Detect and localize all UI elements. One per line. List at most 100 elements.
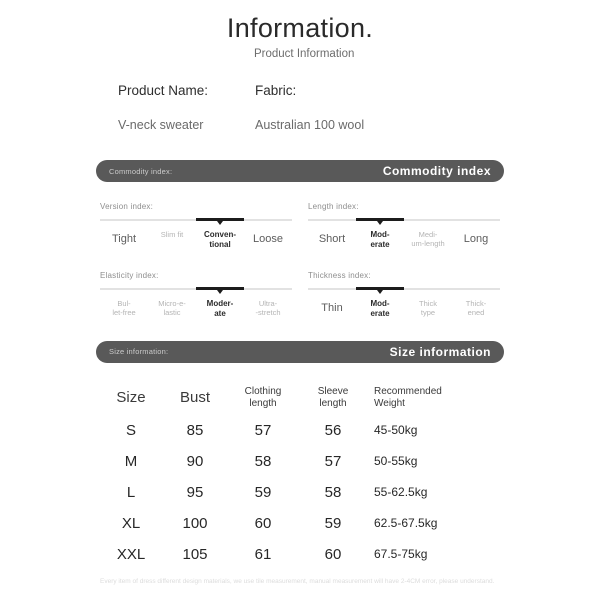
index-segment[interactable] <box>244 288 292 290</box>
commodity-index-small-label: Commodity index: <box>109 166 173 176</box>
index-option-label[interactable]: Mod-erate <box>356 230 404 249</box>
index-segment[interactable] <box>148 288 196 290</box>
index-track[interactable] <box>100 287 292 291</box>
index-segment-active[interactable] <box>196 287 244 291</box>
index-segment[interactable] <box>100 219 148 221</box>
index-track[interactable] <box>308 287 500 291</box>
product-name-block: Product Name: V-neck sweater <box>0 83 230 132</box>
index-option-label[interactable]: Tight <box>100 233 148 246</box>
table-header-cell: Bust <box>179 389 210 406</box>
index-option-label[interactable]: Bul-let-free <box>100 299 148 318</box>
footer: Every item of dress different design mat… <box>0 570 600 588</box>
commodity-index-title: Commodity index <box>382 164 491 179</box>
index-segment[interactable] <box>244 219 292 221</box>
index-labels: Bul-let-free Micro-e-lastic Moder-ate Ultra… <box>100 299 292 318</box>
index-segment-active[interactable] <box>196 218 244 222</box>
table-header-cell: Recommended Weight <box>374 386 442 409</box>
table-header-row: Size Bust Clothing length Sleeve length Recomm… <box>100 381 500 415</box>
fabric-block: Fabric: Australian 100 wool <box>230 83 600 132</box>
index-option-label[interactable]: Moder-ate <box>196 299 244 318</box>
table-cell: 59 <box>324 514 342 532</box>
index-segment[interactable] <box>308 219 356 221</box>
table-cell: 57 <box>324 452 342 470</box>
index-option-label[interactable]: Medi-um-length <box>404 230 452 249</box>
table-cell: 50-55kg <box>374 454 418 469</box>
table-header-cell: Clothing length <box>244 386 282 409</box>
index-segment[interactable] <box>404 288 452 290</box>
index-option-label[interactable]: Long <box>452 233 500 246</box>
index-labels: Thin Mod-erate Thick type Thick-ened <box>308 299 500 318</box>
table-cell: 95 <box>186 483 204 501</box>
index-segment-active[interactable] <box>356 218 404 222</box>
table-row: S 85 57 56 45-50kg <box>100 415 500 446</box>
index-segment[interactable] <box>452 288 500 290</box>
index-segment[interactable] <box>148 219 196 221</box>
table-cell: 55-62.5kg <box>374 485 428 500</box>
product-name-label: Product Name: <box>118 83 209 99</box>
table-cell: 105 <box>182 545 208 563</box>
index-title: Version index: <box>100 202 154 212</box>
index-title: Thickness index: <box>308 271 371 281</box>
table-cell: 61 <box>254 545 272 563</box>
index-segment[interactable] <box>100 288 148 290</box>
page-header: Information. Product Information <box>0 0 600 61</box>
product-meta: Product Name: V-neck sweater Fabric: Aus… <box>0 83 600 132</box>
table-cell: 100 <box>182 514 208 532</box>
page-subtitle: Product Information <box>254 47 355 60</box>
index-segment[interactable] <box>308 288 356 290</box>
index-option-label[interactable]: Ultra- -stretch <box>244 299 292 318</box>
size-table: Size Bust Clothing length Sleeve length Recomm… <box>100 381 500 570</box>
index-segment-active[interactable] <box>356 287 404 291</box>
commodity-index-banner: Commodity index: Commodity index <box>96 160 504 183</box>
table-row: M 90 58 57 50-55kg <box>100 446 500 477</box>
size-information-title: Size information <box>389 344 491 359</box>
fabric-value: Australian 100 wool <box>255 118 365 133</box>
table-header-cell: Sleeve length <box>317 386 349 409</box>
table-row: XXL 105 61 60 67.5-75kg <box>100 539 500 570</box>
table-row: L 95 59 58 55-62.5kg <box>100 477 500 508</box>
fabric-label: Fabric: <box>255 83 297 99</box>
index-option-label[interactable]: Conven-tional <box>196 230 244 249</box>
table-cell: 45-50kg <box>374 423 418 438</box>
index-option-label[interactable]: Thick type <box>404 299 452 318</box>
table-cell: 56 <box>324 421 342 439</box>
size-information-banner: Size information: Size information <box>96 340 504 363</box>
index-option-label[interactable]: Thin <box>308 302 356 315</box>
index-sliders: Version index: Tight Slim fit Conven-tional… <box>100 202 500 340</box>
footer-disclaimer: Every item of dress different design mat… <box>100 578 495 585</box>
index-option-label[interactable]: Mod-erate <box>356 299 404 318</box>
table-cell: 85 <box>186 421 204 439</box>
table-cell: 62.5-67.5kg <box>374 516 438 531</box>
size-table-head: Size Bust Clothing length Sleeve length Recomm… <box>100 381 500 415</box>
product-name-value: V-neck sweater <box>118 118 204 133</box>
index-segment[interactable] <box>452 219 500 221</box>
table-cell: L <box>126 483 136 501</box>
index-option-label[interactable]: Loose <box>244 233 292 246</box>
table-cell: XXL <box>116 545 146 563</box>
index-labels: Short Mod-erate Medi-um-length Long <box>308 230 500 249</box>
table-cell: 67.5-75kg <box>374 547 428 562</box>
index-title: Elasticity index: <box>100 271 159 281</box>
index-block-1: Length index: Short Mod-erate Medi-um-lengt… <box>308 202 500 249</box>
page-title: Information. <box>226 13 374 43</box>
size-information-small-label: Size information: <box>109 347 169 357</box>
index-option-label[interactable]: Short <box>308 233 356 246</box>
index-block-3: Thickness index: Thin Mod-erate Thick type Th… <box>308 271 500 318</box>
index-option-label[interactable]: Micro-e-lastic <box>148 299 196 318</box>
table-cell: 58 <box>324 483 342 501</box>
index-track[interactable] <box>308 218 500 222</box>
index-track[interactable] <box>100 218 292 222</box>
index-title: Length index: <box>308 202 359 212</box>
index-segment[interactable] <box>404 219 452 221</box>
table-header-cell: Size <box>116 389 146 406</box>
table-cell: M <box>124 452 138 470</box>
index-block-2: Elasticity index: Bul-let-free Micro-e-las… <box>100 271 292 318</box>
index-option-label[interactable]: Slim fit <box>148 230 196 249</box>
table-cell: 60 <box>324 545 342 563</box>
table-cell: S <box>125 421 136 439</box>
table-cell: 57 <box>254 421 272 439</box>
table-cell: 59 <box>254 483 272 501</box>
table-cell: 60 <box>254 514 272 532</box>
table-cell: 90 <box>186 452 204 470</box>
index-option-label[interactable]: Thick-ened <box>452 299 500 318</box>
